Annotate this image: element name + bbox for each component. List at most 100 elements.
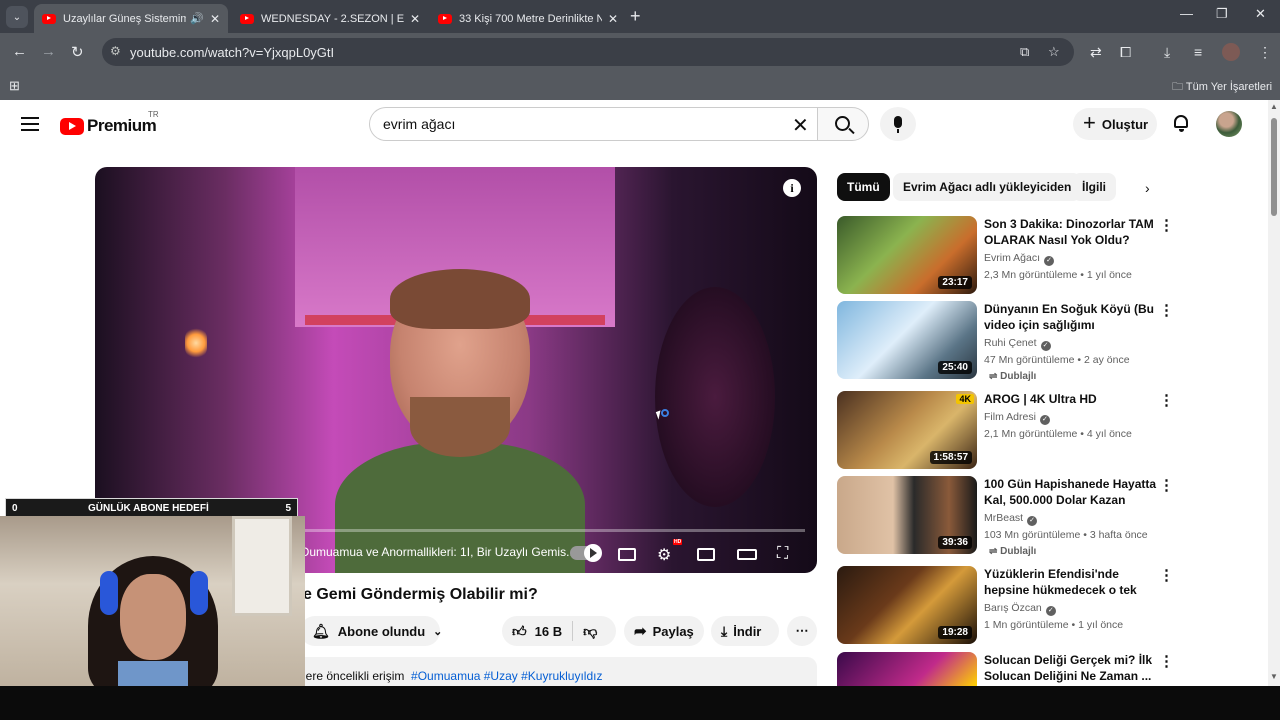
- rec-title[interactable]: Yüzüklerin Efendisi'nde hepsine hükmedec…: [984, 566, 1159, 598]
- rec-channel[interactable]: Barış Özcan ✓: [984, 602, 1056, 616]
- tab-wednesday[interactable]: WEDNESDAY - 2.SEZON | ELEŞTİ ✕: [232, 4, 428, 33]
- subscribe-button[interactable]: 🔔︎ Abone olundu ⌄: [300, 616, 443, 646]
- fullscreen-icon[interactable]: ⛶: [777, 545, 788, 563]
- account-avatar[interactable]: [1216, 111, 1242, 137]
- chapter-title[interactable]: Oumuamua ve Anormallikleri: 1I, Bir Uzay…: [300, 545, 587, 559]
- search-button[interactable]: [817, 107, 869, 141]
- thumbnail[interactable]: 19:28: [837, 566, 977, 644]
- scroll-down-icon[interactable]: ▼: [1270, 672, 1278, 681]
- like-count[interactable]: 16 B: [535, 624, 562, 639]
- search-box: ✕: [369, 107, 817, 141]
- rec-title[interactable]: Solucan Deliği Gerçek mi? İlk Solucan De…: [984, 652, 1159, 684]
- subtitles-icon[interactable]: [618, 548, 636, 561]
- speaker-icon[interactable]: 🔊: [190, 12, 204, 25]
- tab-active[interactable]: Uzaylılar Güneş Sistemimize 🔊 ✕: [34, 4, 228, 33]
- recommendation-item[interactable]: Solucan Deliği Gerçek mi? İlk Solucan De…: [837, 652, 1257, 686]
- goal-target: 5: [285, 503, 291, 514]
- restore-icon[interactable]: ❐: [1216, 6, 1228, 22]
- more-options-icon[interactable]: ⋮: [1159, 218, 1174, 233]
- translate-icon[interactable]: ⇄: [1090, 44, 1102, 61]
- miniplayer-icon[interactable]: [697, 548, 715, 561]
- apps-grid-icon[interactable]: ⊞: [9, 78, 20, 94]
- tab-33-kisi[interactable]: 33 Kişi 700 Metre Derinlikte Na ✕: [430, 4, 626, 33]
- rec-channel[interactable]: Film Adresi ✓: [984, 411, 1050, 425]
- rec-title[interactable]: Dünyanın En Soğuk Köyü (Bu video için sa…: [984, 301, 1159, 333]
- headphones-icon: [100, 571, 118, 615]
- rec-channel[interactable]: Evrim Ağacı ✓: [984, 252, 1055, 266]
- bookmark-star-icon[interactable]: ☆: [1048, 44, 1060, 60]
- like-dislike-group: 👍︎ 16 B 👎︎: [502, 616, 616, 646]
- chevron-right-icon[interactable]: ›: [1145, 180, 1150, 196]
- recommendation-item[interactable]: 23:17 Son 3 Dakika: Dinozorlar TAM OLARA…: [837, 216, 1257, 296]
- chip-related[interactable]: İlgili: [1072, 173, 1116, 201]
- scroll-up-icon[interactable]: ▲: [1270, 102, 1278, 111]
- thumbnail[interactable]: [837, 652, 977, 686]
- tab-search-button[interactable]: ⌄: [6, 6, 28, 28]
- rec-title[interactable]: 100 Gün Hapishanede Hayatta Kal, 500.000…: [984, 476, 1159, 508]
- address-bar[interactable]: ⚙ youtube.com/watch?v=YjxqpL0yGtI ⧉ ☆: [102, 38, 1074, 66]
- install-app-icon[interactable]: ⧉: [1020, 44, 1029, 60]
- tab-title: 33 Kişi 700 Metre Derinlikte Na: [459, 12, 602, 25]
- description-hashtags[interactable]: #Oumuamua #Uzay #Kuyrukluyıldız: [411, 669, 602, 683]
- more-options-icon[interactable]: ⋮: [1159, 568, 1174, 583]
- download-icon[interactable]: ⤓: [1164, 44, 1170, 61]
- settings-gear-icon[interactable]: ⚙: [657, 545, 671, 565]
- more-options-icon[interactable]: ⋮: [1159, 303, 1174, 318]
- rec-channel[interactable]: Ruhi Çenet ✓: [984, 337, 1051, 351]
- bell-icon: 🔔︎: [312, 622, 330, 639]
- thumbnail[interactable]: 4K 1:58:57: [837, 391, 977, 469]
- menu-icon[interactable]: ⋮: [1258, 44, 1272, 61]
- hamburger-menu-icon[interactable]: [21, 117, 39, 135]
- youtube-logo[interactable]: Premium TR: [60, 110, 159, 136]
- rec-title[interactable]: AROG | 4K Ultra HD: [984, 391, 1159, 407]
- create-button[interactable]: + Oluştur: [1073, 108, 1157, 140]
- like-icon[interactable]: 👍︎: [512, 623, 527, 640]
- tab-close-icon[interactable]: ✕: [210, 12, 220, 26]
- back-icon[interactable]: ←: [12, 43, 27, 60]
- more-options-icon[interactable]: ⋮: [1159, 478, 1174, 493]
- logo-text: Premium: [87, 116, 157, 135]
- scroll-thumb[interactable]: [1271, 118, 1277, 216]
- chevron-down-icon: ⌄: [433, 625, 443, 638]
- reload-icon[interactable]: ↻: [71, 43, 84, 61]
- autoplay-toggle[interactable]: [570, 544, 602, 562]
- new-tab-button[interactable]: +: [630, 6, 641, 26]
- duration-badge: 19:28: [938, 626, 972, 639]
- rec-title[interactable]: Son 3 Dakika: Dinozorlar TAM OLARAK Nası…: [984, 216, 1159, 248]
- all-bookmarks-button[interactable]: 🗀 Tüm Yer İşaretleri: [1172, 78, 1272, 97]
- rec-meta: 103 Mn görüntüleme • 3 hafta önce: [984, 529, 1148, 541]
- more-actions-icon[interactable]: ⋯: [787, 616, 817, 646]
- dislike-icon[interactable]: 👎︎: [583, 623, 597, 640]
- thumbnail[interactable]: 25:40: [837, 301, 977, 379]
- clear-search-icon[interactable]: ✕: [792, 113, 809, 138]
- chip-from-uploader[interactable]: Evrim Ağacı adlı yükleyiciden: [893, 173, 1082, 201]
- notifications-bell-icon[interactable]: [1173, 115, 1189, 132]
- close-window-icon[interactable]: ✕: [1255, 6, 1266, 22]
- recommendation-item[interactable]: 39:36 100 Gün Hapishanede Hayatta Kal, 5…: [837, 476, 1257, 557]
- rec-channel[interactable]: MrBeast ✓: [984, 512, 1038, 526]
- recommendation-item[interactable]: 25:40 Dünyanın En Soğuk Köyü (Bu video i…: [837, 301, 1257, 382]
- tab-close-icon[interactable]: ✕: [608, 12, 618, 26]
- minimize-icon[interactable]: —: [1180, 6, 1193, 21]
- thumbnail[interactable]: 23:17: [837, 216, 977, 294]
- tab-close-icon[interactable]: ✕: [410, 12, 420, 26]
- chip-all[interactable]: Tümü: [837, 173, 890, 201]
- theater-mode-icon[interactable]: [737, 549, 757, 560]
- search-input[interactable]: [383, 116, 763, 132]
- media-control-icon[interactable]: ≡: [1194, 44, 1202, 60]
- url-text[interactable]: youtube.com/watch?v=YjxqpL0yGtI: [130, 45, 334, 60]
- profile-avatar[interactable]: [1222, 43, 1240, 61]
- more-options-icon[interactable]: ⋮: [1159, 393, 1174, 408]
- voice-search-icon[interactable]: [880, 107, 916, 141]
- page-scrollbar[interactable]: ▲ ▼: [1268, 100, 1280, 686]
- extensions-icon[interactable]: ⧠: [1120, 44, 1131, 61]
- download-button[interactable]: ⤓ İndir: [711, 616, 779, 646]
- recommendation-item[interactable]: 19:28 Yüzüklerin Efendisi'nde hepsine hü…: [837, 566, 1257, 646]
- forward-icon[interactable]: →: [41, 43, 56, 60]
- more-options-icon[interactable]: ⋮: [1159, 654, 1174, 669]
- thumbnail[interactable]: 39:36: [837, 476, 977, 554]
- site-info-icon[interactable]: ⚙: [110, 44, 121, 58]
- recommendation-item[interactable]: 4K 1:58:57 AROG | 4K Ultra HD Film Adres…: [837, 391, 1257, 471]
- info-icon[interactable]: i: [783, 179, 801, 197]
- share-button[interactable]: ➦ Paylaş: [624, 616, 704, 646]
